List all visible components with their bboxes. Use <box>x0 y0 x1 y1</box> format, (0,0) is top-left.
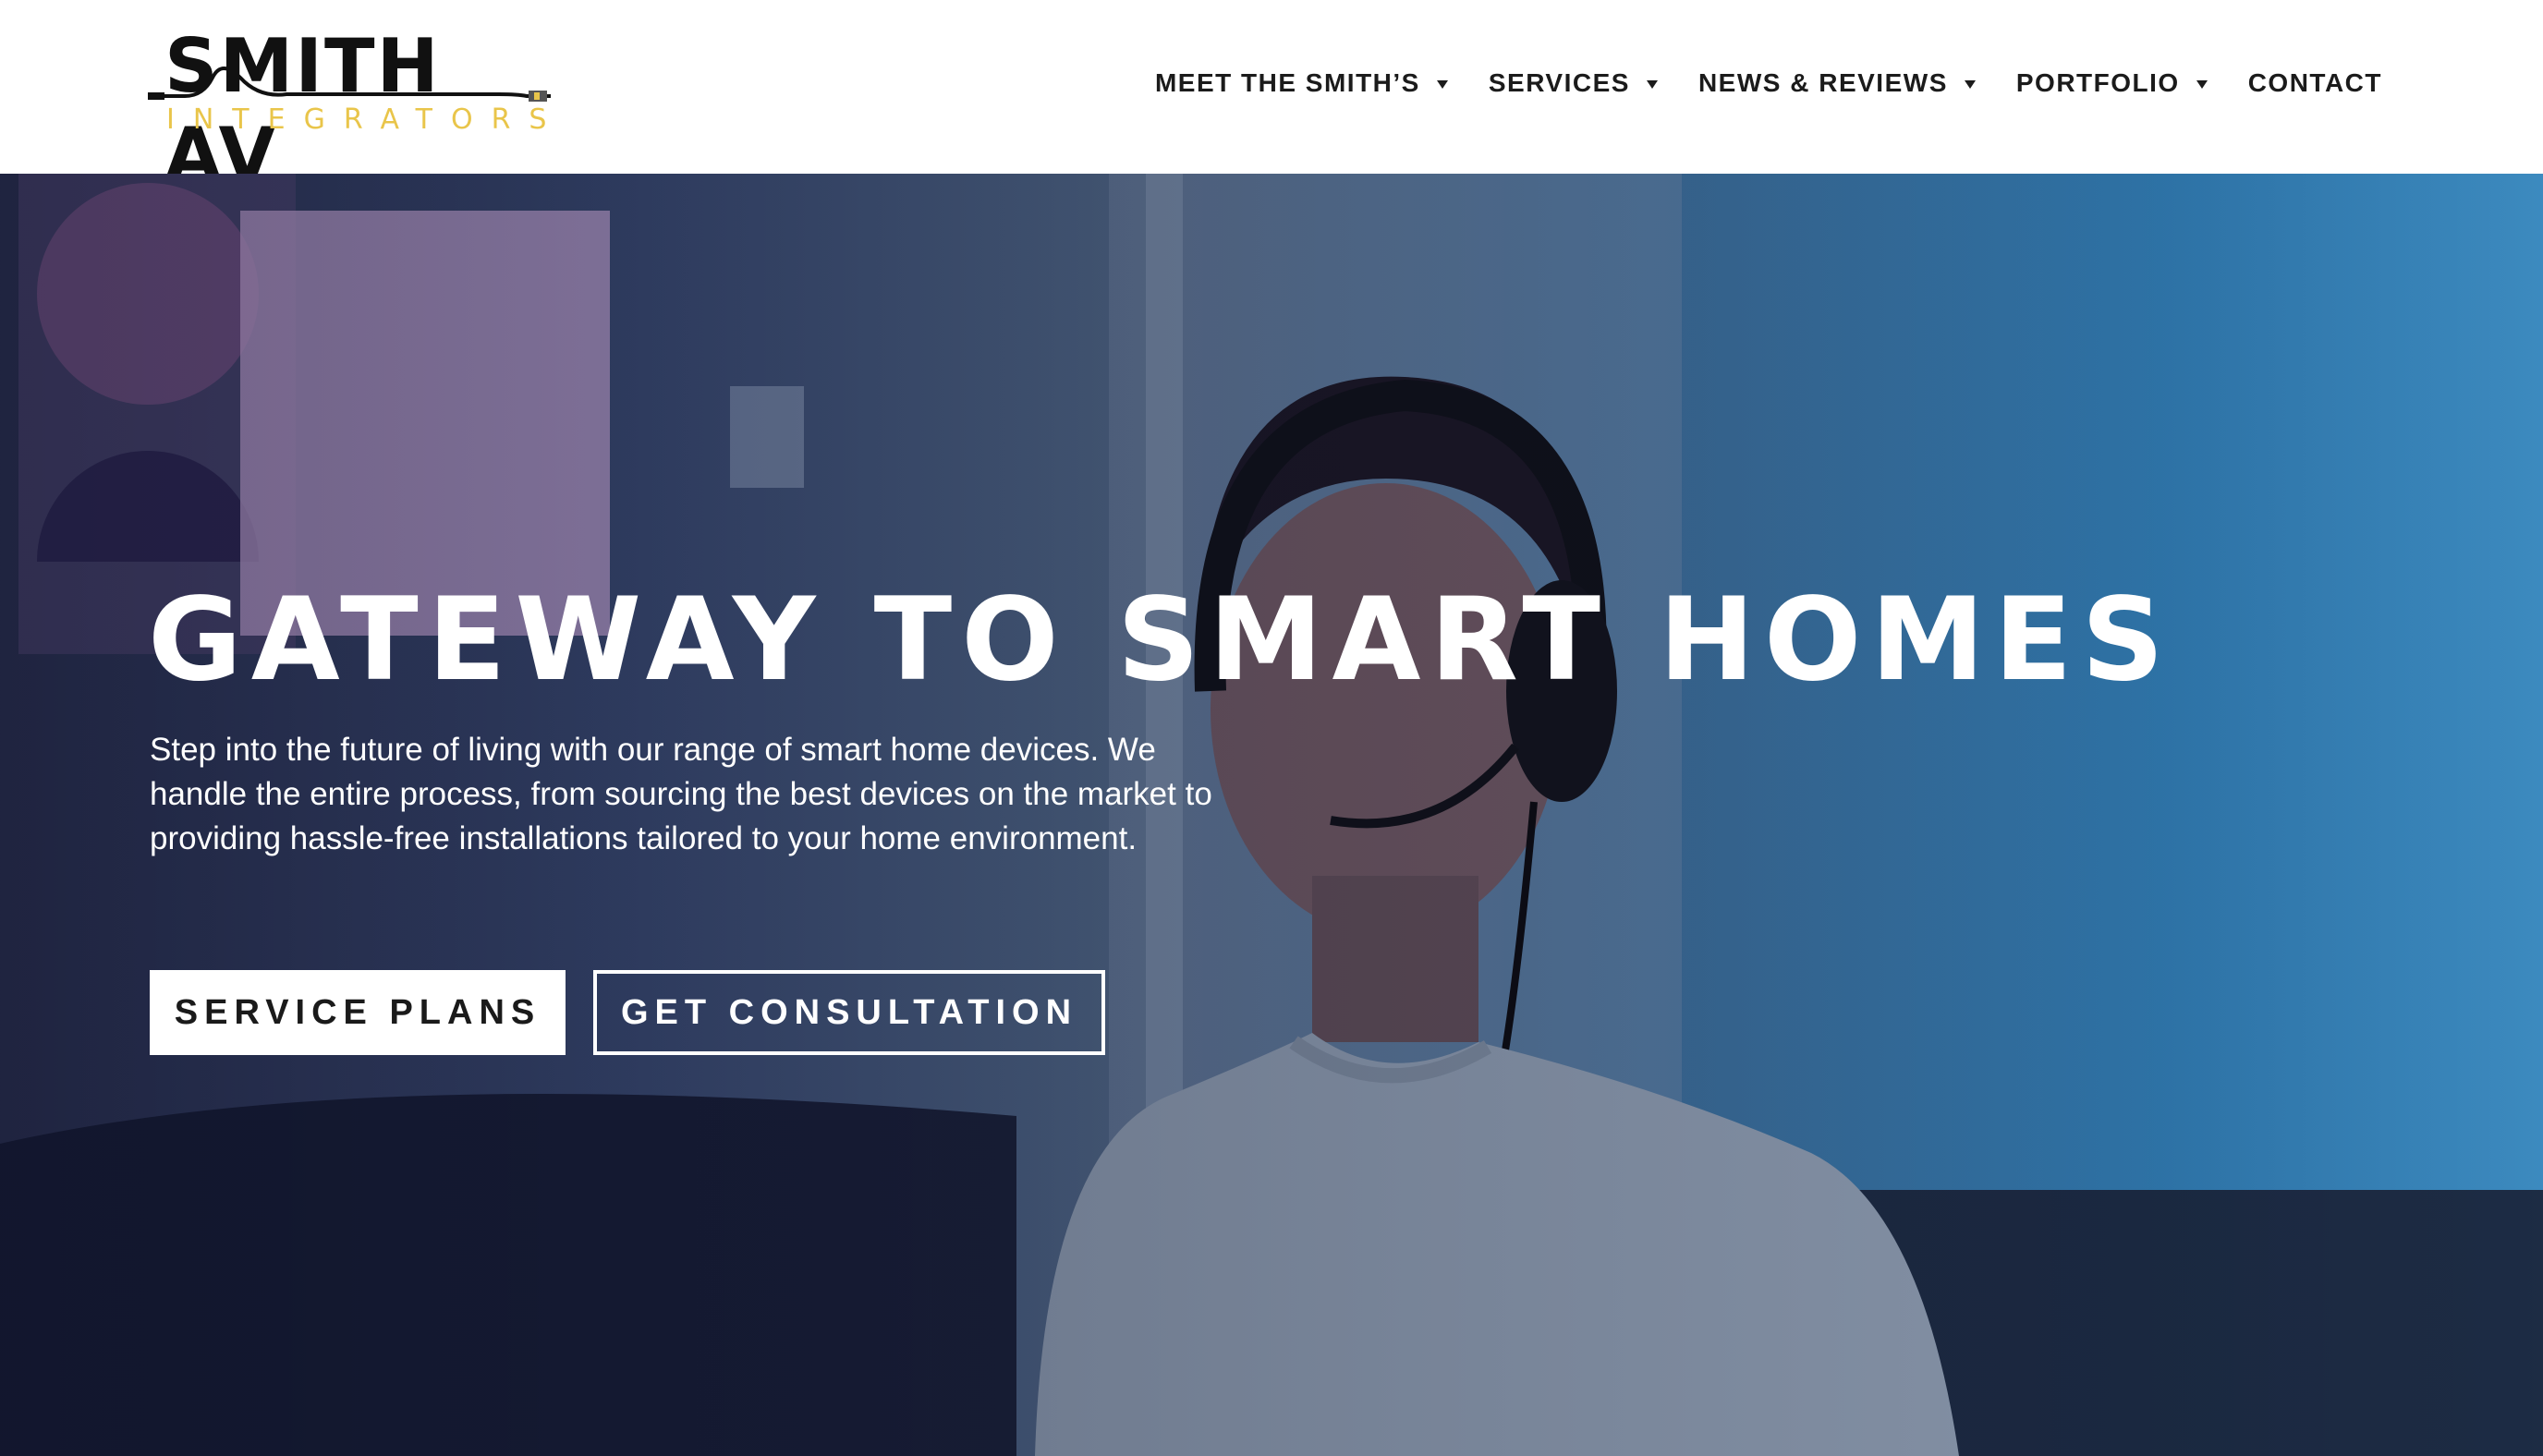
hero-section: GATEWAY TO SMART HOMES Step into the fut… <box>0 174 2543 1456</box>
nav-item-label: NEWS & REVIEWS <box>1697 68 1948 97</box>
nav-item-label: CONTACT <box>2247 68 2382 97</box>
service-plans-button[interactable]: SERVICE PLANS <box>150 970 566 1055</box>
nav-item-label: SERVICES <box>1488 68 1630 97</box>
main-nav: MEET THE SMITH’S SERVICES NEWS & REVIEWS… <box>1155 65 2382 102</box>
nav-item-contact[interactable]: CONTACT <box>2248 68 2382 98</box>
caret-down-icon <box>2196 79 2208 89</box>
site-logo[interactable]: SMITH AV INTEGRATORS <box>148 22 554 198</box>
nav-item-label: PORTFOLIO <box>2015 68 2180 97</box>
hero-title: GATEWAY TO SMART HOMES <box>148 574 2173 707</box>
hero-description: Step into the future of living with our … <box>150 732 1212 856</box>
nav-item-meet-the-smiths[interactable]: MEET THE SMITH’S <box>1155 68 1448 98</box>
site-header: SMITH AV INTEGRATORS MEET THE SMITH’S SE… <box>0 0 2543 198</box>
caret-down-icon <box>1436 79 1448 89</box>
nav-item-services[interactable]: SERVICES <box>1489 68 1658 98</box>
nav-item-news-reviews[interactable]: NEWS & REVIEWS <box>1698 68 1976 98</box>
nav-item-portfolio[interactable]: PORTFOLIO <box>2016 68 2208 98</box>
caret-down-icon <box>1646 79 1658 89</box>
caret-down-icon <box>1964 79 1976 89</box>
logo-tagline: INTEGRATORS <box>166 103 566 136</box>
get-consultation-button[interactable]: GET CONSULTATION <box>593 970 1105 1055</box>
nav-item-label: MEET THE SMITH’S <box>1154 68 1420 97</box>
